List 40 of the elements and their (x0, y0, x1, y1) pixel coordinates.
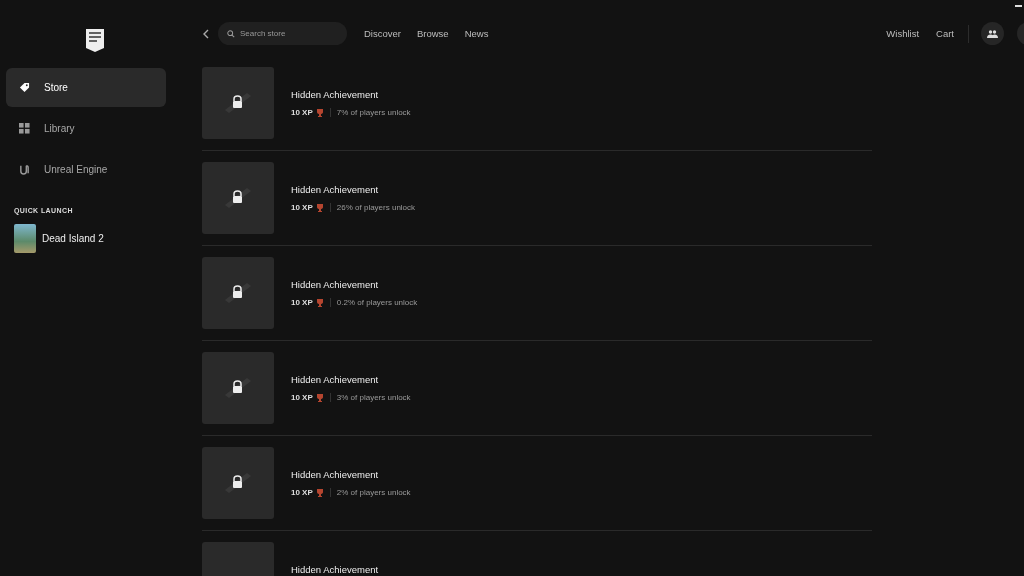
nav-link[interactable]: Wishlist (886, 28, 920, 39)
shield-logo-icon (85, 28, 105, 53)
unlock-rate: 3% of players unlock (329, 393, 411, 402)
nav-link[interactable]: Browse (416, 28, 449, 39)
game-cover-placeholder (14, 224, 36, 253)
sidebar-item[interactable]: Unreal Engine (6, 150, 166, 189)
nav-link[interactable]: News (464, 28, 489, 39)
trophy-icon (315, 298, 324, 307)
unlock-rate: 0.2% of players unlock (329, 298, 418, 307)
trophy-icon (315, 488, 324, 497)
trophy-icon (315, 203, 324, 212)
grid-icon (19, 123, 30, 134)
trophy-icon (315, 108, 324, 117)
unlock-rate: 7% of players unlock (329, 108, 411, 117)
achievement-title: Hidden Achievement (291, 564, 379, 575)
unlock-rate: 2% of players unlock (329, 488, 411, 497)
people-icon (987, 29, 998, 38)
xp-value: 10 XP (291, 393, 313, 402)
achievement-title: Hidden Achievement (291, 184, 380, 195)
search-icon (227, 29, 235, 38)
tag-icon (19, 82, 30, 93)
achievement-title: Hidden Achievement (291, 279, 380, 290)
achievement-title: Hidden Achievement (291, 374, 380, 385)
xp-value: 10 XP (291, 108, 313, 117)
search-field[interactable]: Search store (218, 22, 347, 45)
sidebar-item[interactable]: Store (6, 68, 166, 107)
xp-value: 10 XP (291, 488, 313, 497)
sidebar-item[interactable]: Library (6, 109, 166, 148)
nav-link[interactable]: Cart (936, 28, 954, 39)
achievement-title: Hidden Achievement (291, 89, 380, 100)
xp-value: 10 XP (291, 203, 313, 212)
trophy-icon (315, 393, 324, 402)
xp-value: 10 XP (291, 298, 313, 307)
back-button[interactable] (202, 28, 210, 39)
unlock-rate: 26% of players unlock (329, 203, 416, 212)
achievement-title: Hidden Achievement (291, 469, 380, 480)
nav-link[interactable]: Discover (364, 28, 401, 39)
game-title[interactable]: Dead Island 2 (42, 233, 104, 244)
friends-button[interactable] (981, 22, 1004, 45)
u-logo-icon (19, 164, 30, 175)
